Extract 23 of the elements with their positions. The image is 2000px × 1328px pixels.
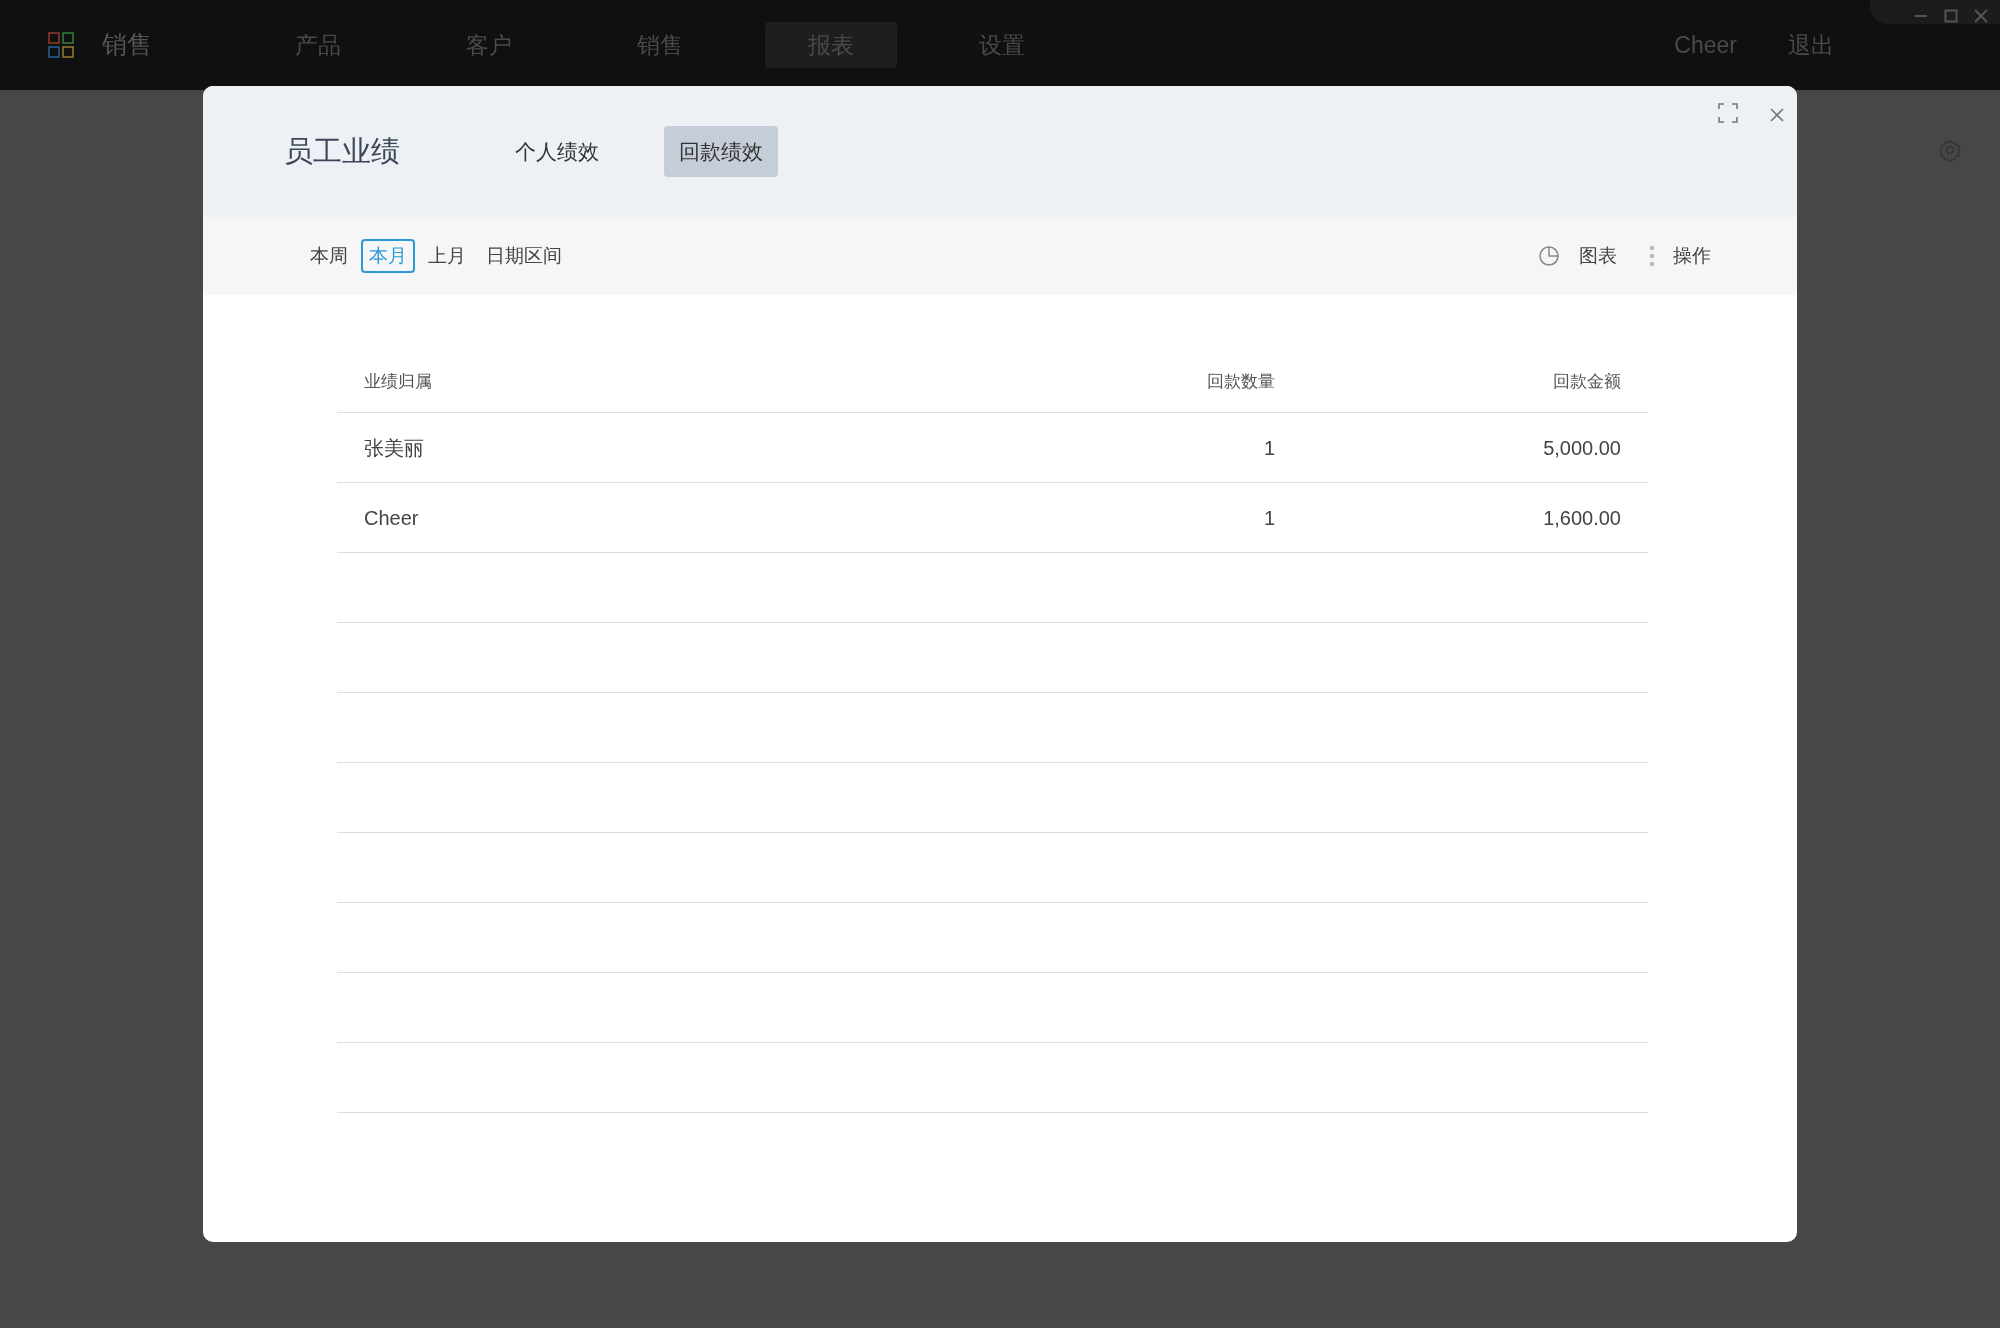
table-cell-text: 5,000.00: [1542, 435, 1621, 461]
table-cell-text: 1,600.00: [1542, 505, 1621, 531]
period-filter[interactable]: 本周: [303, 239, 355, 273]
dialog-title: 员工业绩: [284, 133, 400, 169]
column-header: 回款数量: [1206, 370, 1275, 393]
user-name: Cheer: [1674, 30, 1737, 60]
period-filter[interactable]: 上月: [421, 239, 473, 273]
report-tab[interactable]: 回款绩效: [664, 125, 778, 178]
chart-button[interactable]: 图表: [1531, 240, 1623, 272]
more-dots-icon: [1649, 245, 1655, 267]
column-header: 回款金额: [1552, 370, 1621, 393]
table-cell-text: Cheer: [364, 505, 420, 531]
report-tab[interactable]: 个人绩效: [500, 125, 614, 178]
pie-chart-icon: [1537, 244, 1561, 268]
table-cell-text: 张美丽: [364, 435, 425, 461]
grid-logo-icon: [48, 32, 74, 58]
fullscreen-icon[interactable]: [1718, 100, 1738, 124]
table-cell-text: 1: [1262, 505, 1275, 531]
app-name: 销售: [102, 29, 153, 61]
period-filter[interactable]: 日期区间: [479, 239, 569, 273]
actions-button[interactable]: 操作: [1643, 240, 1717, 272]
column-header: 业绩归属: [364, 370, 433, 393]
table-cell-text: 1: [1262, 435, 1275, 461]
